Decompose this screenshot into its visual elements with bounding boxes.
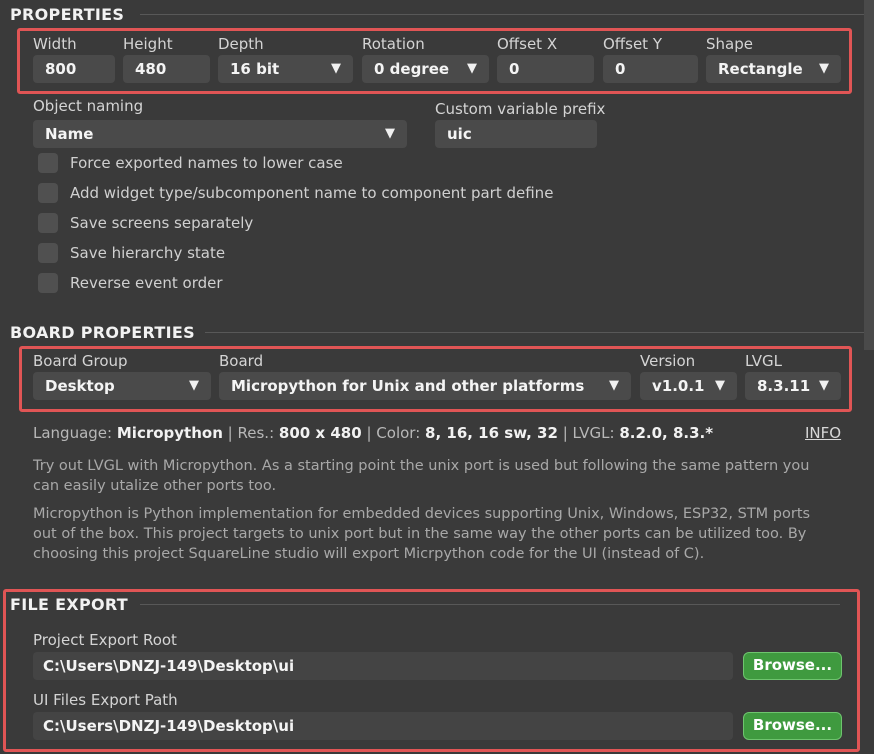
offset-x-label: Offset X xyxy=(497,35,558,53)
checkbox-widget-type[interactable] xyxy=(38,183,58,203)
board-info-line: Language: Micropython | Res.: 800 x 480 … xyxy=(33,424,713,442)
project-root-input[interactable]: C:\Users\DNZJ-149\Desktop\ui xyxy=(33,652,733,680)
res-label: Res.: xyxy=(237,424,275,442)
language-value: Micropython xyxy=(116,424,223,442)
object-naming-dropdown[interactable]: Name xyxy=(33,120,407,148)
checkbox-hierarchy-label: Save hierarchy state xyxy=(70,244,226,262)
custom-prefix-label: Custom variable prefix xyxy=(435,100,606,118)
info-separator: | xyxy=(562,424,568,442)
checkbox-lowercase-label: Force exported names to lower case xyxy=(70,154,343,172)
version-dropdown[interactable]: v1.0.1 xyxy=(640,372,737,400)
offset-x-input[interactable]: 0 xyxy=(497,55,594,83)
browse-ui-files-button[interactable]: Browse... xyxy=(743,712,842,740)
info-separator: | xyxy=(366,424,372,442)
offset-y-input[interactable]: 0 xyxy=(603,55,698,83)
lvgl-info-label: LVGL: xyxy=(572,424,615,442)
checkbox-widget-type-label: Add widget type/subcomponent name to com… xyxy=(70,184,554,202)
checkbox-reverse-event[interactable] xyxy=(38,273,58,293)
color-label: Color: xyxy=(376,424,421,442)
depth-dropdown[interactable]: 16 bit xyxy=(218,55,353,83)
lvgl-info-value: 8.2.0, 8.3.* xyxy=(619,424,714,442)
info-separator: | xyxy=(227,424,233,442)
checkbox-save-screens-label: Save screens separately xyxy=(70,214,254,232)
checkbox-lowercase[interactable] xyxy=(38,153,58,173)
object-naming-label: Object naming xyxy=(33,97,144,115)
board-divider xyxy=(205,332,864,333)
rotation-dropdown[interactable]: 0 degree xyxy=(362,55,489,83)
height-input[interactable]: 480 xyxy=(123,55,210,83)
language-label: Language: xyxy=(33,424,113,442)
res-value: 800 x 480 xyxy=(278,424,362,442)
file-export-divider xyxy=(140,604,840,605)
lvgl-dropdown[interactable]: 8.3.11 xyxy=(745,372,841,400)
depth-label: Depth xyxy=(218,35,264,53)
width-label: Width xyxy=(33,35,77,53)
rotation-label: Rotation xyxy=(362,35,425,53)
board-description-2: Micropython is Python implementation for… xyxy=(33,506,811,562)
offset-y-label: Offset Y xyxy=(603,35,662,53)
version-label: Version xyxy=(640,352,696,370)
board-section-title: BOARD PROPERTIES xyxy=(10,323,195,342)
ui-files-path-input[interactable]: C:\Users\DNZJ-149\Desktop\ui xyxy=(33,712,733,740)
lvgl-label: LVGL xyxy=(745,352,782,370)
properties-divider xyxy=(140,14,864,15)
shape-dropdown[interactable]: Rectangle xyxy=(706,55,841,83)
ui-files-path-label: UI Files Export Path xyxy=(33,691,178,709)
scrollbar-thumb[interactable] xyxy=(864,0,874,350)
info-link[interactable]: INFO xyxy=(805,424,841,442)
color-value: 8, 16, 16 sw, 32 xyxy=(425,424,558,442)
project-root-label: Project Export Root xyxy=(33,631,177,649)
board-description-1: Try out LVGL with Micropython. As a star… xyxy=(33,458,810,494)
board-group-dropdown[interactable]: Desktop xyxy=(33,372,211,400)
checkbox-row-lowercase[interactable]: Force exported names to lower case xyxy=(38,152,343,174)
board-group-label: Board Group xyxy=(33,352,128,370)
checkbox-save-screens[interactable] xyxy=(38,213,58,233)
file-export-section-title: FILE EXPORT xyxy=(10,595,128,614)
checkbox-row-hierarchy[interactable]: Save hierarchy state xyxy=(38,242,225,264)
board-dropdown[interactable]: Micropython for Unix and other platforms xyxy=(219,372,631,400)
height-label: Height xyxy=(123,35,173,53)
browse-project-root-button[interactable]: Browse... xyxy=(743,652,842,680)
checkbox-row-reverse-event[interactable]: Reverse event order xyxy=(38,272,223,294)
custom-prefix-input[interactable]: uic xyxy=(435,120,597,148)
shape-label: Shape xyxy=(706,35,753,53)
width-input[interactable]: 800 xyxy=(33,55,115,83)
checkbox-hierarchy[interactable] xyxy=(38,243,58,263)
checkbox-row-save-screens[interactable]: Save screens separately xyxy=(38,212,253,234)
board-label: Board xyxy=(219,352,264,370)
properties-section-title: PROPERTIES xyxy=(10,5,125,24)
checkbox-reverse-event-label: Reverse event order xyxy=(70,274,223,292)
checkbox-row-widget-type[interactable]: Add widget type/subcomponent name to com… xyxy=(38,182,553,204)
